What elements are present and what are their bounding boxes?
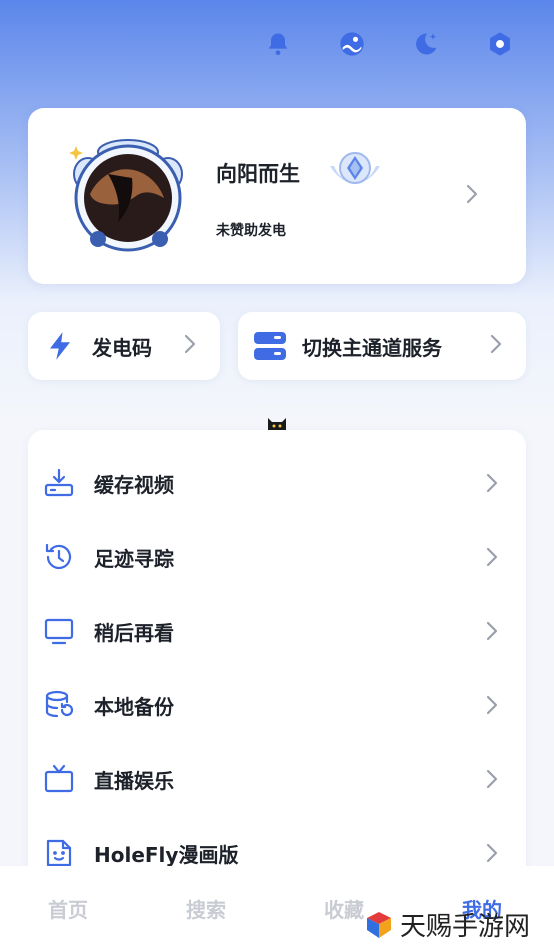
- quick-action-power-code[interactable]: 发电码: [28, 312, 220, 380]
- comic-file-icon: [44, 838, 74, 868]
- menu-item-label: 本地备份: [94, 694, 174, 719]
- avatar[interactable]: [68, 134, 188, 256]
- menu-item-label: HoleFly漫画版: [94, 842, 239, 867]
- chevron-right-icon: [486, 473, 498, 497]
- tab-home[interactable]: 首页: [48, 894, 88, 923]
- menu-item-watch-later[interactable]: 稍后再看: [28, 601, 526, 661]
- menu-item-live[interactable]: 直播娱乐: [28, 749, 526, 809]
- username: 向阳而生: [216, 162, 300, 186]
- chevron-right-icon: [490, 334, 502, 358]
- menu-item-history[interactable]: 足迹寻踪: [28, 527, 526, 587]
- chevron-right-icon: [486, 843, 498, 867]
- watermark-text: 天赐手游网: [400, 912, 531, 942]
- monitor-icon: [44, 616, 74, 646]
- profile-card[interactable]: 向阳而生 未赞助发电: [28, 108, 526, 284]
- sponsor-status: 未赞助发电: [216, 223, 286, 239]
- quick-action-switch-channel[interactable]: 切换主通道服务: [238, 312, 526, 380]
- lightning-icon: [44, 330, 76, 362]
- settings-icon[interactable]: [486, 30, 514, 58]
- tab-search[interactable]: 搜索: [186, 894, 226, 923]
- chevron-right-icon: [486, 621, 498, 645]
- chevron-right-icon: [486, 695, 498, 719]
- bell-icon[interactable]: [264, 30, 292, 58]
- chevron-right-icon: [184, 334, 196, 358]
- menu-item-label: 缓存视频: [94, 472, 174, 497]
- menu-item-label: 直播娱乐: [94, 768, 174, 793]
- header-icons: [264, 30, 514, 58]
- chevron-right-icon: [486, 769, 498, 793]
- menu-item-cache-video[interactable]: 缓存视频: [28, 453, 526, 513]
- menu-list: 缓存视频 足迹寻踪 稍后再看 本地备份 直播娱乐 HoleFly漫画版: [28, 430, 526, 870]
- theme-landscape-icon[interactable]: [338, 30, 366, 58]
- tab-favorites[interactable]: 收藏: [324, 894, 364, 923]
- database-restore-icon: [44, 690, 74, 720]
- quick-action-label: 切换主通道服务: [302, 335, 442, 360]
- night-mode-icon[interactable]: [412, 30, 440, 58]
- history-icon: [44, 542, 74, 572]
- download-cache-icon: [44, 468, 74, 498]
- chevron-right-icon: [486, 547, 498, 571]
- menu-item-local-backup[interactable]: 本地备份: [28, 675, 526, 735]
- chevron-right-icon: [466, 184, 478, 208]
- tv-icon: [44, 764, 74, 794]
- watermark-logo-icon: [367, 911, 391, 938]
- quick-action-label: 发电码: [92, 335, 152, 360]
- menu-item-label: 足迹寻踪: [94, 546, 174, 571]
- level-badge-icon: [326, 148, 384, 192]
- watermark: 天赐手游网: [364, 906, 530, 943]
- menu-item-comic[interactable]: HoleFly漫画版: [28, 823, 526, 870]
- menu-item-label: 稍后再看: [94, 620, 174, 645]
- server-switch-icon: [254, 330, 286, 362]
